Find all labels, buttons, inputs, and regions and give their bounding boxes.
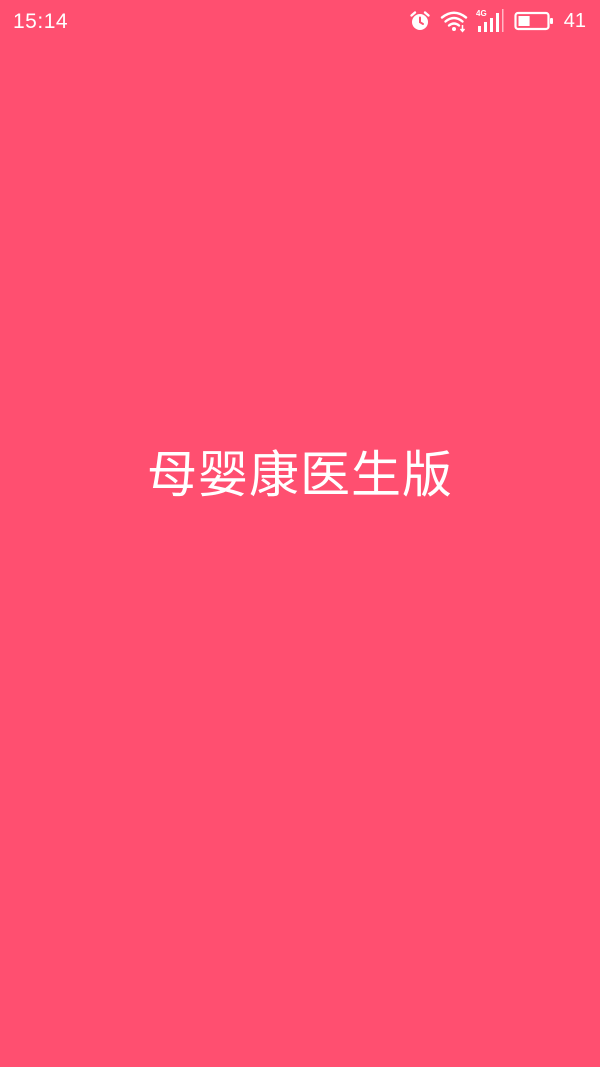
status-bar: 15:14 4G 41 — [0, 0, 600, 42]
app-title: 母婴康医生版 — [147, 446, 453, 504]
status-icons: 4G 41 — [408, 8, 586, 34]
network-type-label: 4G — [476, 9, 487, 18]
battery-level: 41 — [563, 10, 586, 32]
status-time: 15:14 — [13, 9, 69, 33]
battery-fill — [518, 16, 530, 26]
alarm-icon — [408, 9, 432, 33]
wifi-icon — [440, 9, 468, 33]
battery-icon — [514, 10, 554, 32]
cellular-signal-icon: 4G — [476, 8, 506, 34]
